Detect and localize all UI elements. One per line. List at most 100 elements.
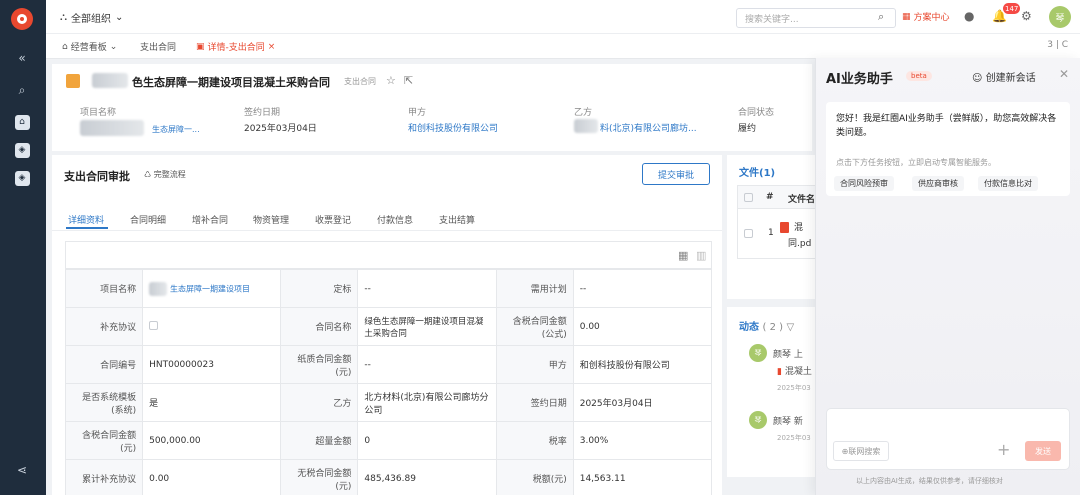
subtab-payment[interactable]: 付款信息 — [377, 213, 413, 226]
party-a-label: 甲方 — [408, 108, 427, 118]
plan-center-label: 方案中心 — [913, 13, 950, 23]
field-label: 累计补充协议 — [64, 459, 144, 495]
stack-icon[interactable]: ◈ — [11, 168, 33, 188]
chip-payment-compare[interactable]: 付款信息比对 — [978, 176, 1038, 191]
share-icon[interactable]: ⋖ — [11, 460, 33, 480]
star-icon[interactable]: ☆ — [386, 74, 396, 87]
subtab-settlement[interactable]: 支出结算 — [439, 213, 475, 226]
new-chat-button[interactable]: ☺ 创建新会话 — [972, 69, 1036, 84]
tab-dashboard[interactable]: ⌂ 经营看板 ⌄ — [62, 40, 117, 54]
close-icon[interactable]: × — [268, 42, 276, 52]
field-label: 税率 — [495, 421, 574, 460]
org-selector[interactable]: ⛬ 全部组织 ⌄ — [60, 10, 123, 25]
filter-icon[interactable]: ▽ — [787, 322, 795, 333]
project-link[interactable]: 生态屏障一期建设项目 — [170, 284, 250, 293]
collapse-icon[interactable]: « — [11, 48, 33, 68]
party-a-value[interactable]: 和创科技股份有限公司 — [408, 121, 498, 134]
activity-user: 颜琴 — [773, 350, 792, 360]
project-label: 项目名称 — [80, 108, 117, 118]
approval-panel: 支出合同审批 ♺ 完整流程 提交审批 详细资料 合同明细 增补合同 物资管理 收… — [52, 155, 722, 495]
project-value[interactable]: 生态屏障一... — [152, 124, 200, 135]
redacted-block — [80, 120, 144, 136]
layers-icon[interactable]: ◈ — [11, 140, 33, 160]
home-icon[interactable]: ⌂ — [11, 112, 33, 132]
search-icon[interactable]: ⌕ — [11, 80, 33, 100]
field-value: 0 — [357, 421, 497, 460]
user-avatar[interactable]: 琴 — [1049, 6, 1071, 28]
tab-contract-detail[interactable]: ▣ 详情-支出合同 × — [196, 40, 276, 54]
ai-chat-input[interactable]: ⊕ 联网搜索 + 发送 — [826, 408, 1070, 470]
chip-supplier-review[interactable]: 供应商审核 — [912, 176, 964, 191]
table-row: 含税合同金额(元) 500,000.00 超量金额 0 税率 3.00% — [64, 421, 713, 460]
field-label: 合同名称 — [280, 307, 359, 346]
approval-title: 支出合同审批 — [64, 170, 130, 183]
activity-file[interactable]: ▮ 混凝土 — [777, 364, 812, 377]
subtab-contract-items[interactable]: 合同明细 — [130, 213, 166, 226]
field-label: 项目名称 — [64, 269, 144, 308]
active-tab-indicator — [66, 227, 108, 229]
search-icon[interactable]: ⌕ — [878, 10, 884, 24]
org-label: 全部组织 — [71, 14, 111, 25]
field-label: 签约日期 — [495, 383, 574, 422]
ai-greeting: 您好！我是红圈AI业务助手（尝鲜版），助您高效解决各类问题。 — [836, 114, 1057, 138]
submit-approval-button[interactable]: 提交审批 — [642, 163, 710, 185]
supplement-checkbox[interactable] — [149, 320, 159, 330]
web-search-toggle[interactable]: ⊕ 联网搜索 — [833, 441, 889, 461]
files-title: 文件(1) — [739, 168, 776, 179]
party-b-value[interactable]: 料(北京)有限公司廊坊... — [600, 121, 697, 134]
activity-avatar: 琴 — [749, 411, 767, 429]
activity-file-name: 混凝土 — [784, 367, 812, 377]
globe-icon: ⊕ — [841, 446, 849, 456]
full-flow-link[interactable]: ♺ 完整流程 — [144, 169, 186, 180]
app-logo[interactable] — [11, 8, 33, 30]
column-view-icon[interactable]: ▥ — [696, 249, 706, 262]
sign-date-label: 签约日期 — [244, 108, 281, 118]
field-value: 生态屏障一期建设项目 — [142, 269, 282, 308]
table-row: 项目名称 生态屏障一期建设项目 定标 -- 需用计划 -- — [64, 269, 713, 308]
file-row[interactable]: 1 混 同.pd — [737, 209, 817, 259]
subtab-materials[interactable]: 物资管理 — [253, 213, 289, 226]
redacted-block — [149, 281, 168, 296]
close-icon[interactable]: ✕ — [1059, 67, 1069, 81]
activity-action: 上 — [793, 350, 803, 360]
field-value: 500,000.00 — [142, 421, 282, 460]
field-value — [142, 307, 282, 346]
grid-view-icon[interactable]: ▦ — [678, 249, 688, 262]
external-link-icon[interactable]: ⇱ — [404, 74, 413, 87]
subtab-supplementary[interactable]: 增补合同 — [192, 213, 228, 226]
search-input[interactable]: 搜索关键字... — [736, 8, 896, 28]
table-row: 合同编号 HNT00000023 纸质合同金额(元) -- 甲方 和创科技股份有… — [64, 345, 713, 384]
left-rail: « ⌕ ⌂ ◈ ◈ ⋖ — [0, 0, 46, 495]
row-checkbox[interactable] — [744, 229, 753, 238]
activity-label: 动态 — [739, 322, 759, 333]
subtab-details[interactable]: 详细资料 — [68, 213, 104, 226]
form-toolbar: ▦ ▥ — [65, 241, 712, 269]
ai-disclaimer: 以上内容由AI生成，结果仅供参考，请仔细核对 — [856, 477, 1003, 485]
divider — [52, 230, 722, 231]
tab-expense-contracts[interactable]: 支出合同 — [140, 40, 176, 53]
pdf-icon: ▮ — [777, 367, 782, 377]
select-all-checkbox[interactable] — [744, 193, 753, 202]
field-value[interactable]: 北方材料(北京)有限公司廊坊分公司 — [357, 383, 497, 422]
status-value: 履约 — [738, 124, 757, 134]
table-row: 是否系统模板(系统) 是 乙方 北方材料(北京)有限公司廊坊分公司 签约日期 2… — [64, 383, 713, 422]
tab-label: 支出合同 — [140, 43, 177, 53]
chevron-down-icon: ⌄ — [115, 12, 124, 23]
search-placeholder: 搜索关键字... — [745, 14, 799, 25]
files-table-header: # 文件名 — [737, 185, 817, 209]
field-value[interactable]: 和创科技股份有限公司 — [572, 345, 713, 384]
chat-icon[interactable]: ● — [964, 9, 974, 23]
new-chat-label: 创建新会话 — [985, 73, 1036, 84]
send-button[interactable]: 发送 — [1025, 441, 1061, 461]
field-value: 绿色生态屏障一期建设项目混凝土采购合同 — [357, 307, 497, 346]
activity-count: ( 2 ) — [762, 322, 784, 333]
contract-header: 色生态屏障一期建设项目混凝土采购合同 支出合同 ☆ ⇱ 项目名称 生态屏障一..… — [52, 64, 812, 151]
subtab-invoices[interactable]: 收票登记 — [315, 213, 351, 226]
attach-icon[interactable]: + — [997, 440, 1010, 459]
field-value: 2025年03月04日 — [572, 383, 713, 422]
field-label: 定标 — [280, 269, 359, 308]
gear-icon[interactable]: ⚙ — [1021, 9, 1032, 23]
plan-center-button[interactable]: ▦ 方案中心 — [902, 10, 950, 24]
activity-avatar: 琴 — [749, 344, 767, 362]
chip-contract-risk[interactable]: 合同风险预审 — [834, 176, 894, 191]
